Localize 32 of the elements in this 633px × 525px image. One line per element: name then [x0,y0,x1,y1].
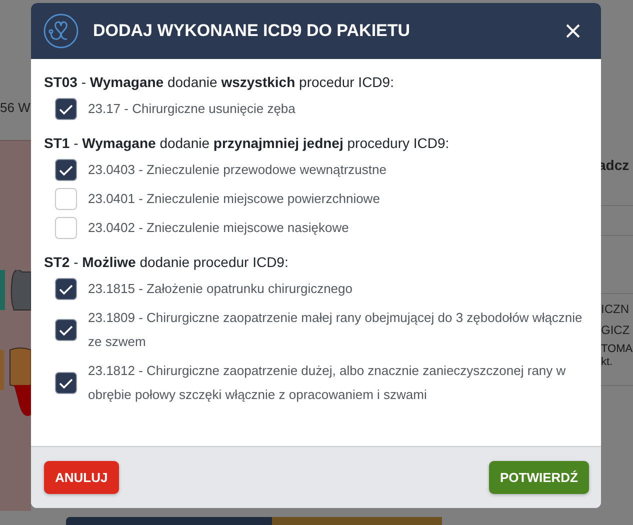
confirm-button[interactable]: POTWIERDŹ [489,461,589,494]
procedure-label: 23.0402 - Znieczulenie miejscowe nasiękowe [88,219,349,237]
background-text: ICZN [601,302,629,316]
section-heading: ST2 - Możliwe dodanie procedur ICD9: [44,254,290,270]
procedure-label: 23.0401 - Znieczulenie miejscowe powierzchniowe [88,190,380,208]
checkbox[interactable] [55,319,77,341]
checkbox[interactable] [55,372,77,394]
background-text: GICZ [601,323,630,337]
check-icon [59,284,73,294]
background-text: 56 W [0,100,30,115]
procedure-label: 23.17 - Chirurgiczne usunięcie zęba [88,100,296,118]
background-text: TOMA [601,343,633,355]
procedure-label: 23.1812 - Chirurgiczne zaopatrzenie dużej, albo znacznie zanieczyszczonej rany w obrębie połowy szczęki włącznie z opracowaniem i szwami [88,362,567,404]
check-icon [59,164,73,176]
section-heading: ST03 - Wymagane dodanie wszystkich procedur ICD9: [44,74,395,90]
check-icon [59,324,73,336]
checkbox[interactable] [55,217,77,239]
checkbox[interactable] [55,159,77,181]
check-icon [59,378,73,388]
section-heading: ST1 - Wymagane dodanie przynajmniej jednej procedury ICD9: [44,135,450,151]
procedure-label: 23.0403 - Znieczulenie przewodowe wewnątrzustne [88,161,386,179]
procedure-label: 23.1809 - Chirurgiczne zaopatrzenie małej rany obejmującej do 3 zębodołów włącznie ze szwem [88,309,584,351]
checkbox[interactable] [55,278,77,300]
close-icon[interactable] [565,23,581,39]
cancel-button[interactable]: ANULUJ [44,461,119,494]
background-text: kt. [601,356,613,368]
procedure-label: 23.1815 - Założenie opatrunku chirurgicznego [88,280,353,298]
stethoscope-icon [43,13,79,49]
dialog-title: DODAJ WYKONANE ICD9 DO PAKIETU [93,21,412,41]
check-icon [59,104,73,114]
checkbox[interactable] [55,98,77,120]
checkbox[interactable] [55,188,77,210]
